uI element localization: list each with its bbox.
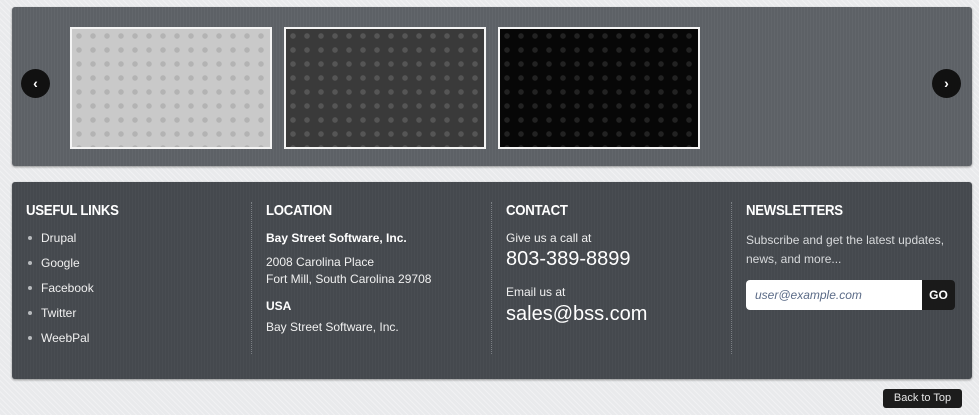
list-item: Drupal bbox=[26, 231, 251, 256]
slide-thumbnail-light[interactable] bbox=[70, 27, 272, 149]
newsletter-description: Subscribe and get the latest updates, ne… bbox=[746, 233, 945, 266]
list-item: Facebook bbox=[26, 281, 251, 306]
bullet-icon bbox=[28, 261, 32, 265]
location-title: LOCATION bbox=[266, 202, 332, 219]
location-company-secondary: Bay Street Software, Inc. bbox=[266, 320, 399, 334]
bullet-icon bbox=[28, 311, 32, 315]
bullet-icon bbox=[28, 236, 32, 240]
useful-links-list: Drupal Google Facebook Twitter WeebPal bbox=[26, 231, 251, 356]
contact-column: CONTACT Give us a call at 803-389-8899 E… bbox=[506, 202, 731, 354]
link-weebpal[interactable]: WeebPal bbox=[41, 331, 89, 345]
link-facebook[interactable]: Facebook bbox=[41, 281, 94, 295]
location-country: USA bbox=[266, 299, 292, 313]
call-label: Give us a call at bbox=[506, 231, 592, 245]
email-address[interactable]: sales@bss.com bbox=[506, 303, 731, 326]
bullet-icon bbox=[28, 336, 32, 340]
footer: USEFUL LINKS Drupal Google Facebook Twit… bbox=[12, 182, 972, 379]
column-divider bbox=[251, 202, 252, 354]
back-to-top-button[interactable]: Back to Top bbox=[883, 389, 962, 408]
chevron-right-icon: › bbox=[944, 75, 949, 91]
bullet-icon bbox=[28, 286, 32, 290]
phone-number[interactable]: 803-389-8899 bbox=[506, 248, 731, 271]
newsletter-go-button[interactable]: GO bbox=[922, 280, 955, 310]
newsletter-email-input[interactable] bbox=[746, 280, 922, 310]
newsletters-column: NEWSLETTERS Subscribe and get the latest… bbox=[746, 202, 958, 354]
list-item: Twitter bbox=[26, 306, 251, 331]
chevron-left-icon: ‹ bbox=[33, 75, 38, 91]
useful-links-title: USEFUL LINKS bbox=[26, 202, 119, 219]
column-divider bbox=[731, 202, 732, 354]
newsletter-form: GO bbox=[746, 280, 955, 310]
slider-next-button[interactable]: › bbox=[932, 69, 961, 98]
link-drupal[interactable]: Drupal bbox=[41, 231, 76, 245]
theme-slider: ‹ › bbox=[12, 7, 972, 166]
location-column: LOCATION Bay Street Software, Inc. 2008 … bbox=[266, 202, 491, 354]
location-company: Bay Street Software, Inc. bbox=[266, 231, 407, 245]
list-item: WeebPal bbox=[26, 331, 251, 356]
address-line-2: Fort Mill, South Carolina 29708 bbox=[266, 272, 432, 286]
slider-prev-button[interactable]: ‹ bbox=[21, 69, 50, 98]
slide-thumbnail-dark[interactable] bbox=[284, 27, 486, 149]
link-google[interactable]: Google bbox=[41, 256, 80, 270]
column-divider bbox=[491, 202, 492, 354]
newsletters-title: NEWSLETTERS bbox=[746, 202, 843, 219]
list-item: Google bbox=[26, 256, 251, 281]
contact-title: CONTACT bbox=[506, 202, 568, 219]
useful-links-column: USEFUL LINKS Drupal Google Facebook Twit… bbox=[26, 202, 251, 354]
link-twitter[interactable]: Twitter bbox=[41, 306, 76, 320]
address-line-1: 2008 Carolina Place bbox=[266, 255, 375, 269]
slide-thumbnail-black[interactable] bbox=[498, 27, 700, 149]
email-label: Email us at bbox=[506, 285, 566, 299]
